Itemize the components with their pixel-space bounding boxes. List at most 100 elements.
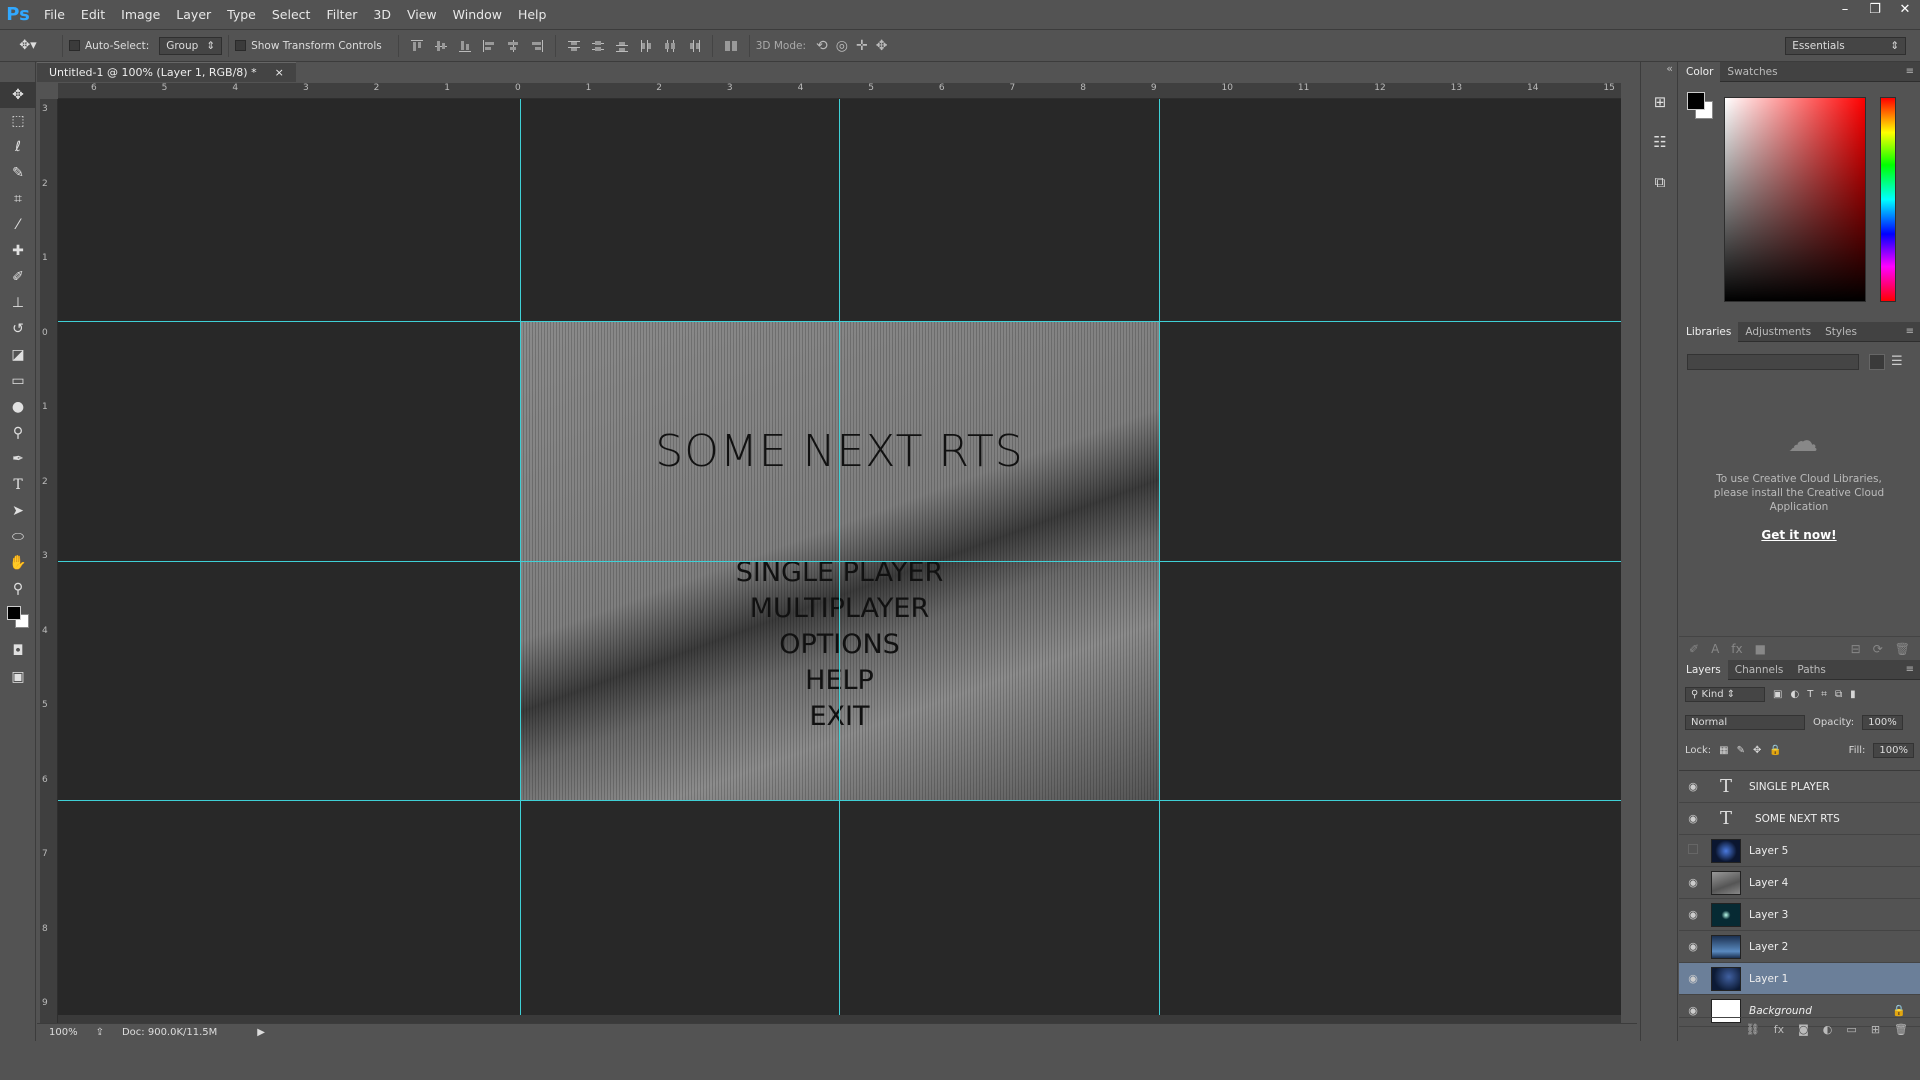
eraser-tool-icon[interactable]: ◪ [0, 342, 36, 368]
align-vcenter-icon[interactable] [433, 38, 449, 54]
visibility-toggle-empty[interactable] [1679, 844, 1707, 857]
visibility-eye-icon[interactable]: ◉ [1679, 908, 1707, 921]
fx-icon[interactable]: fx [1774, 1023, 1784, 1036]
guide-line[interactable] [58, 321, 1621, 322]
brush-icon[interactable]: ✐ [1689, 642, 1699, 656]
layer-name[interactable]: Layer 4 [1749, 877, 1788, 889]
layer-row-selected[interactable]: ◉ Layer 1 [1679, 963, 1920, 995]
menu-filter[interactable]: Filter [318, 0, 365, 29]
blur-tool-icon[interactable]: ● [0, 394, 36, 420]
filter-adjust-icon[interactable]: ◐ [1790, 689, 1799, 700]
blend-mode-dropdown[interactable]: Normal [1685, 714, 1805, 730]
filter-smart-icon[interactable]: ⧉ [1835, 689, 1842, 700]
trash-icon[interactable]: 🗑 [1895, 642, 1910, 656]
layer-name[interactable]: Background [1749, 1005, 1812, 1017]
new-layer-icon[interactable]: ⊞ [1871, 1023, 1880, 1036]
lock-position-icon[interactable]: ✥ [1753, 745, 1761, 756]
delete-layer-icon[interactable]: 🗑 [1894, 1023, 1908, 1036]
layer-name[interactable]: Layer 3 [1749, 909, 1788, 921]
new-group-icon[interactable]: ▭ [1846, 1023, 1856, 1036]
align-bottom-icon[interactable] [457, 38, 473, 54]
move-tool-icon[interactable]: ✥ [0, 82, 36, 108]
horizontal-scrollbar[interactable] [58, 1015, 1621, 1023]
zoom-level[interactable]: 100% [49, 1027, 78, 1038]
distribute-hcenter-icon[interactable] [662, 38, 678, 54]
list-view-icon[interactable]: ☰ [1891, 354, 1903, 369]
link-layers-icon[interactable]: ⛓ [1746, 1023, 1760, 1036]
visibility-eye-icon[interactable]: ◉ [1679, 972, 1707, 985]
3d-roll-icon[interactable]: ◎ [836, 38, 848, 54]
foreground-color-swatch[interactable] [7, 606, 21, 620]
healing-brush-tool-icon[interactable]: ✚ [0, 238, 36, 264]
horizontal-ruler[interactable]: 6 5 4 3 2 1 0 1 2 3 4 5 6 7 8 9 10 11 12… [58, 83, 1621, 99]
dodge-tool-icon[interactable]: ⚲ [0, 420, 36, 446]
close-window-button[interactable]: ✕ [1890, 0, 1920, 20]
menu-help[interactable]: Help [510, 0, 555, 29]
quick-mask-icon[interactable]: ◘ [0, 638, 36, 664]
panel-menu-icon[interactable]: ≡ [1906, 326, 1914, 337]
distribute-left-icon[interactable] [638, 38, 654, 54]
foreground-color-swatch[interactable] [1687, 92, 1705, 110]
menu-edit[interactable]: Edit [73, 0, 113, 29]
text-style-icon[interactable]: A [1711, 642, 1719, 656]
menu-file[interactable]: File [36, 0, 73, 29]
ellipse-tool-icon[interactable]: ⬭ [0, 524, 36, 550]
visibility-eye-icon[interactable]: ◉ [1679, 876, 1707, 889]
layer-name[interactable]: Layer 1 [1749, 973, 1788, 985]
opacity-input[interactable]: 100% [1862, 714, 1903, 730]
lock-paint-icon[interactable]: ✎ [1737, 745, 1745, 756]
align-top-icon[interactable] [409, 38, 425, 54]
menu-select[interactable]: Select [264, 0, 319, 29]
auto-select-option[interactable]: Auto-Select: [69, 40, 149, 52]
adjustment-layer-icon[interactable]: ◐ [1823, 1023, 1833, 1036]
document-tab[interactable]: Untitled-1 @ 100% (Layer 1, RGB/8) * × [37, 62, 296, 82]
share-icon[interactable]: ⇪ [96, 1027, 104, 1038]
layer-name[interactable]: SOME NEXT RTS [1755, 813, 1840, 825]
guide-line[interactable] [58, 800, 1621, 801]
filter-type-icon[interactable]: T [1807, 689, 1813, 700]
layer-row[interactable]: ◉ Layer 2 [1679, 931, 1920, 963]
vertical-ruler[interactable]: 3 2 1 0 1 2 3 4 5 6 7 8 9 [40, 99, 58, 1023]
3d-drag-icon[interactable]: ✛ [856, 38, 868, 54]
visibility-eye-icon[interactable]: ◉ [1679, 780, 1707, 793]
close-tab-icon[interactable]: × [275, 66, 284, 79]
eyedropper-tool-icon[interactable]: ⁄ [0, 212, 36, 238]
filter-toggle-icon[interactable]: ▮ [1850, 689, 1856, 700]
tab-paths[interactable]: Paths [1790, 660, 1833, 680]
hand-tool-icon[interactable]: ✋ [0, 550, 36, 576]
library-select[interactable] [1687, 354, 1859, 370]
layer-name[interactable]: Layer 5 [1749, 845, 1788, 857]
align-right-icon[interactable] [529, 38, 545, 54]
get-it-now-link[interactable]: Get it now! [1699, 528, 1899, 542]
layer-row[interactable]: Layer 5 [1679, 835, 1920, 867]
align-hcenter-icon[interactable] [505, 38, 521, 54]
properties-panel-icon[interactable]: ☷ [1641, 122, 1679, 162]
lock-all-icon[interactable]: 🔒 [1769, 745, 1781, 756]
history-brush-tool-icon[interactable]: ↺ [0, 316, 36, 342]
lock-pixels-icon[interactable]: ▦ [1719, 745, 1728, 756]
tab-libraries[interactable]: Libraries [1679, 321, 1739, 342]
tab-styles[interactable]: Styles [1818, 322, 1864, 342]
show-transform-checkbox[interactable] [235, 40, 247, 51]
quick-select-tool-icon[interactable]: ✎ [0, 160, 36, 186]
auto-align-icon[interactable] [723, 38, 739, 54]
distribute-top-icon[interactable] [566, 38, 582, 54]
fx-icon[interactable]: fx [1731, 642, 1742, 656]
fill-input[interactable]: 100% [1873, 742, 1914, 758]
distribute-bottom-icon[interactable] [614, 38, 630, 54]
path-select-tool-icon[interactable]: ➤ [0, 498, 36, 524]
marquee-tool-icon[interactable]: ⬚ [0, 108, 36, 134]
layer-row[interactable]: ◉ T SOME NEXT RTS [1679, 803, 1920, 835]
brush-tool-icon[interactable]: ✐ [0, 264, 36, 290]
hue-slider[interactable] [1880, 97, 1896, 302]
collapse-icon[interactable]: « [1641, 62, 1677, 82]
layer-row[interactable]: ◉ T SINGLE PLAYER [1679, 771, 1920, 803]
distribute-right-icon[interactable] [686, 38, 702, 54]
menu-image[interactable]: Image [113, 0, 168, 29]
color-picker-field[interactable] [1724, 97, 1866, 302]
add-mask-icon[interactable]: ◙ [1798, 1023, 1809, 1036]
menu-window[interactable]: Window [445, 0, 510, 29]
layer-row[interactable]: ◉ Layer 3 [1679, 899, 1920, 931]
auto-select-dropdown[interactable]: Group ⇕ [159, 36, 223, 55]
layer-name[interactable]: SINGLE PLAYER [1749, 781, 1830, 793]
